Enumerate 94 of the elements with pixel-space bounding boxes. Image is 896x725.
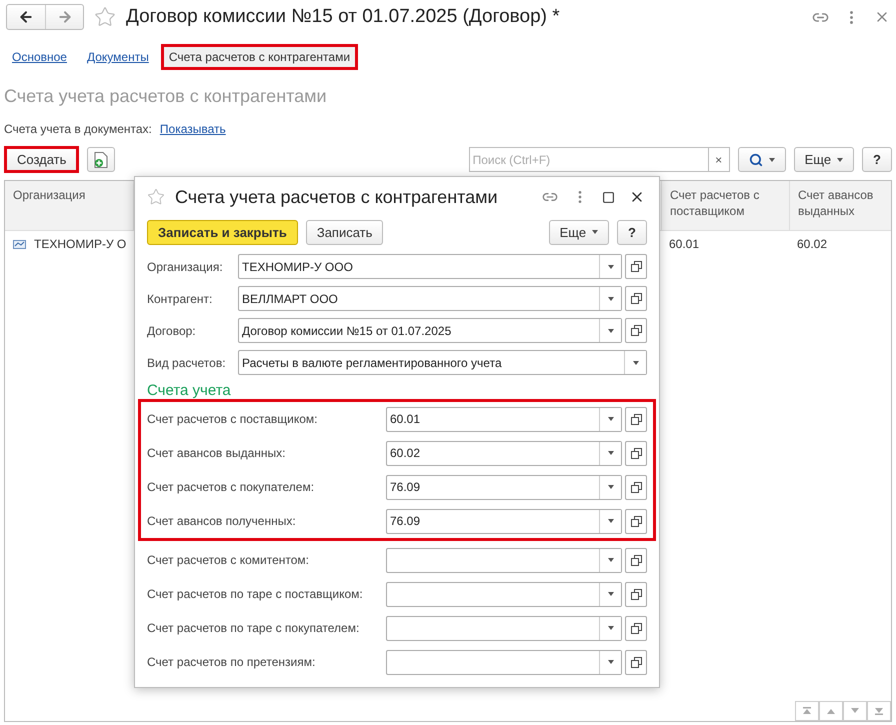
dropdown-button[interactable] [599,476,621,498]
field-label: Договор: [147,324,197,338]
scroll-down-icon [850,707,860,715]
tab[interactable]: Основное [4,44,75,70]
field-label: Счет авансов полученных: [147,514,297,528]
scroll-up-icon [826,707,836,715]
select-field[interactable]: ТЕХНОМИР-У ООО [238,254,622,280]
dropdown-button[interactable] [599,582,621,606]
column-header: Счет расчетов с поставщиком [661,181,789,231]
field-label: Счет авансов выданных: [147,446,287,460]
open-button[interactable] [625,548,647,572]
open-form-icon [630,325,642,336]
clear-button[interactable]: × [708,147,730,172]
dropdown-button[interactable] [599,442,621,464]
select-field[interactable] [386,548,622,572]
open-button[interactable] [625,650,647,674]
select-field[interactable]: Расчеты в валюте регламентированного учета [238,350,647,376]
field-label: Счет расчетов по претензиям: [147,655,316,669]
right-arrow-icon [56,9,72,25]
select-field[interactable]: 76.09 [386,508,622,534]
create-button[interactable]: Создать [4,146,80,173]
table-cell: ТЕХНОМИР-У О [5,231,133,257]
open-form-icon [630,622,642,634]
documents-accounts-label: Счета учета в документах: [4,122,152,136]
open-form-icon [630,554,642,566]
open-button[interactable] [625,286,647,312]
select-field[interactable]: 76.09 [386,474,622,500]
open-button[interactable] [625,582,647,606]
select-field[interactable] [386,650,622,674]
open-button[interactable] [625,616,647,640]
open-form-icon [630,482,642,492]
dropdown-button[interactable] [599,287,621,310]
dropdown-button[interactable] [599,319,621,342]
scroll-up-icon [802,707,812,715]
column-header: Организация [5,181,133,231]
field-label: Организация: [147,260,224,274]
dialog-title: Счета учета расчетов с контрагентами [175,186,499,208]
select-field[interactable]: 60.02 [386,440,622,466]
search-field[interactable]: Поиск (Ctrl+F) [468,147,708,172]
field-label: Счет расчетов с покупателем: [147,480,316,494]
field-label: Счет расчетов с поставщиком: [147,412,319,426]
more-button[interactable]: Еще [548,220,610,245]
open-button[interactable] [625,474,647,500]
dropdown-button[interactable] [599,408,621,430]
window-title: Договор комиссии №15 от 01.07.2025 (Договор) * [126,6,561,28]
select-field[interactable]: 60.01 [386,406,622,432]
field-label: Счет расчетов по таре с покупателем: [147,621,360,635]
select-field[interactable]: ВЕЛЛМАРТ ООО [238,286,622,312]
dropdown-button[interactable] [624,351,646,374]
show-link[interactable]: Показывать [160,122,226,136]
search-icon [748,152,763,166]
search-button[interactable] [738,147,786,172]
field-label: Счет расчетов по таре с поставщиком: [147,587,364,601]
open-button[interactable] [625,318,647,344]
open-form-icon [630,448,642,458]
help-button[interactable]: ? [617,220,647,245]
field-label: Вид расчетов: [147,356,227,370]
open-form-icon [630,293,642,304]
dropdown-button[interactable] [599,255,621,278]
dropdown-button[interactable] [599,548,621,572]
open-form-icon [630,516,642,526]
dropdown-button[interactable] [599,616,621,640]
save-button[interactable]: Записать [306,220,384,245]
star-icon[interactable] [147,188,165,206]
more-button[interactable]: Еще [794,147,854,172]
scroll-down-icon [874,707,884,715]
open-button[interactable] [625,508,647,534]
row-icon [13,240,26,248]
copy-button[interactable] [87,147,116,172]
dropdown-button[interactable] [599,510,621,532]
field-label: Счет расчетов с комитентом: [147,553,310,567]
select-field[interactable] [386,616,622,640]
select-field[interactable]: Договор комиссии №15 от 01.07.2025 [238,318,622,344]
open-form-icon [630,261,642,272]
open-button[interactable] [625,254,647,280]
open-form-icon [630,656,642,668]
group-title: Счета учета [147,382,232,399]
open-button[interactable] [625,406,647,432]
help-button[interactable]: ? [862,147,892,172]
open-button[interactable] [625,440,647,466]
field-label: Контрагент: [147,292,214,306]
table-cell-text: 60.02 [796,236,828,253]
open-form-icon [630,588,642,600]
save-close-button[interactable]: Записать и закрыть [147,220,298,245]
select-field[interactable] [386,582,622,606]
document-add-icon [94,152,108,168]
table-cell-text: 60.01 [668,236,700,253]
section-title: Счета учета расчетов с контрагентами [4,86,328,107]
column-header: Счет авансов выданных [789,181,891,231]
tab[interactable]: Документы [78,44,157,70]
star-icon[interactable] [94,6,116,28]
dropdown-button[interactable] [599,650,621,674]
open-form-icon [630,414,642,424]
tab[interactable]: Счета расчетов с контрагентами [160,44,358,70]
